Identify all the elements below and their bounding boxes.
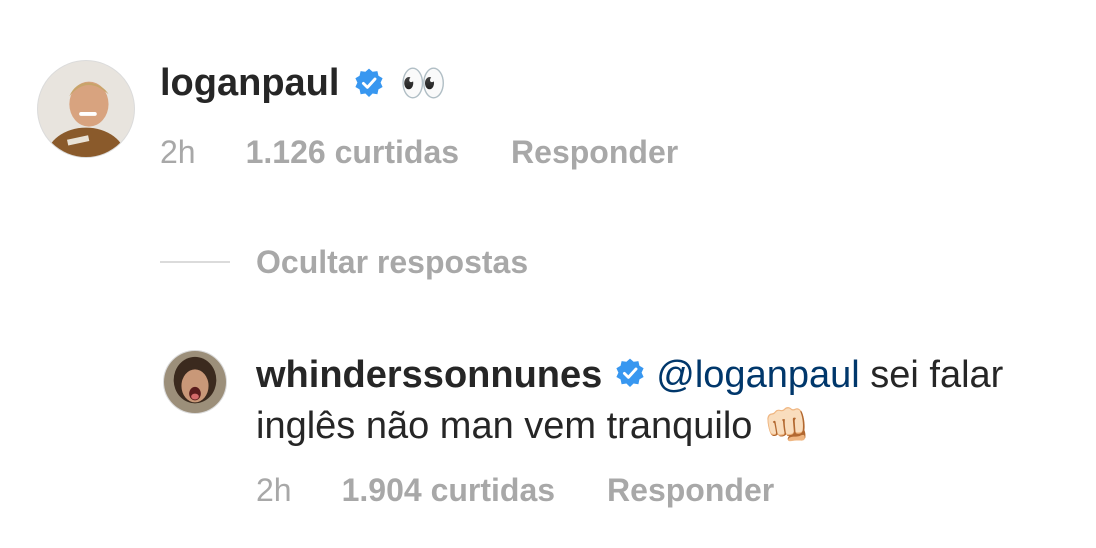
reply-reply-button[interactable]: Responder: [607, 472, 774, 509]
hide-replies-label: Ocultar respostas: [256, 243, 529, 280]
reply-avatar[interactable]: [163, 350, 227, 414]
comment-meta: 2h 1.126 curtidas Responder: [160, 132, 678, 172]
verified-badge-icon: [614, 357, 646, 389]
reply-username[interactable]: whinderssonnunes: [256, 354, 602, 396]
comment-emoji: 👀: [399, 60, 447, 105]
comment-text: loganpaul 👀: [160, 58, 447, 108]
reply-meta: 2h 1.904 curtidas Responder: [256, 470, 774, 510]
reply-text: whinderssonnunes @loganpaul sei falar in…: [256, 350, 1036, 451]
divider: [160, 261, 230, 263]
verified-badge-icon: [353, 67, 385, 99]
mention-link[interactable]: @loganpaul: [656, 354, 859, 396]
reply-likes[interactable]: 1.904 curtidas: [342, 472, 555, 509]
reply-time: 2h: [256, 471, 292, 508]
avatar-photo: [38, 61, 134, 157]
commenter-avatar[interactable]: [37, 60, 135, 158]
reply-button[interactable]: Responder: [511, 134, 678, 171]
comment-time: 2h: [160, 133, 196, 170]
fist-emoji: 👊🏻: [762, 403, 811, 447]
comment-likes[interactable]: 1.126 curtidas: [246, 134, 459, 171]
avatar-photo: [164, 351, 226, 413]
hide-replies-toggle[interactable]: Ocultar respostas: [160, 240, 528, 284]
commenter-username[interactable]: loganpaul: [160, 62, 339, 105]
